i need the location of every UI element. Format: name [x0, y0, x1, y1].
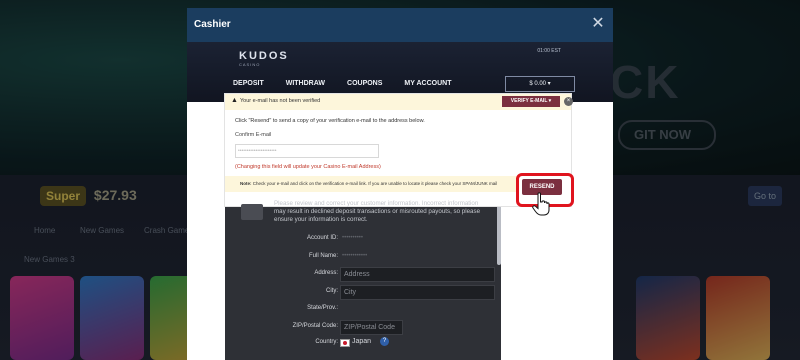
- brand-subtitle: CASINO: [239, 62, 261, 67]
- close-icon[interactable]: ✕: [589, 15, 607, 33]
- field-label: City:: [326, 288, 338, 294]
- japan-flag-icon: [340, 339, 350, 347]
- note-text: Note: Check your e-mail and click on the…: [240, 181, 497, 186]
- field-value: ••••••••••••: [342, 253, 368, 259]
- info-text: Please review and correct your customer …: [274, 200, 481, 223]
- confirm-email-label: Confirm E-mail: [235, 132, 272, 138]
- field-row-account-id: Account ID: ••••••••••: [230, 232, 498, 246]
- instructions-text: Click "Resend" to send a copy of your ve…: [235, 118, 425, 124]
- field-value: ••••••••••: [342, 235, 364, 241]
- note-body: Check your e-mail and click on the verif…: [252, 181, 498, 186]
- close-icon[interactable]: ×: [564, 97, 573, 106]
- id-card-icon: [241, 204, 263, 220]
- zip-input[interactable]: ZIP/Postal Code: [340, 320, 403, 335]
- field-row-state: State/Prov.:: [230, 302, 498, 316]
- modal-title: Cashier: [194, 19, 231, 30]
- address-input[interactable]: Address: [340, 267, 495, 282]
- modal-header: Cashier ✕: [187, 8, 613, 42]
- kudos-logo: KUDOS CASINO: [239, 50, 289, 67]
- field-row-zip: ZIP/Postal Code: ZIP/Postal Code: [230, 320, 498, 335]
- brand-name: KUDOS: [239, 50, 289, 62]
- city-input[interactable]: City: [340, 285, 495, 300]
- warning-bar: ▲ Your e-mail has not been verified VERI…: [225, 94, 573, 110]
- clock: 01:00 EST: [537, 48, 561, 54]
- field-row-full-name: Full Name: ••••••••••••: [230, 250, 498, 264]
- field-row-country: Country: Japan ?: [230, 336, 498, 350]
- note-label: Note:: [240, 181, 252, 186]
- field-label: Account ID:: [306, 235, 338, 241]
- field-label: State/Prov.:: [307, 305, 338, 311]
- confirm-email-field[interactable]: ••••••••••••••••••••••: [235, 144, 379, 158]
- change-note: (Changing this field will update your Ca…: [235, 164, 381, 170]
- balance-dropdown[interactable]: $ 0.00 ▾: [505, 76, 575, 92]
- cashier-header: KUDOS CASINO 01:00 EST DEPOSIT WITHDRAW …: [187, 42, 613, 102]
- field-label: Full Name:: [308, 253, 338, 259]
- field-row-city: City: City: [230, 285, 498, 300]
- warning-icon: ▲: [231, 97, 238, 104]
- customer-info-form: Please review and correct your customer …: [230, 196, 498, 348]
- help-icon[interactable]: ?: [380, 337, 389, 346]
- field-label: ZIP/Postal Code:: [292, 323, 338, 329]
- warning-text: Your e-mail has not been verified: [240, 98, 321, 104]
- hand-cursor-icon: [532, 192, 550, 216]
- field-row-address: Address: Address: [230, 267, 498, 282]
- field-label: Country:: [315, 339, 338, 345]
- verify-email-button[interactable]: VERIFY E-MAIL ▾: [502, 96, 560, 107]
- field-label: Address:: [314, 270, 338, 276]
- country-value[interactable]: Japan: [352, 338, 371, 345]
